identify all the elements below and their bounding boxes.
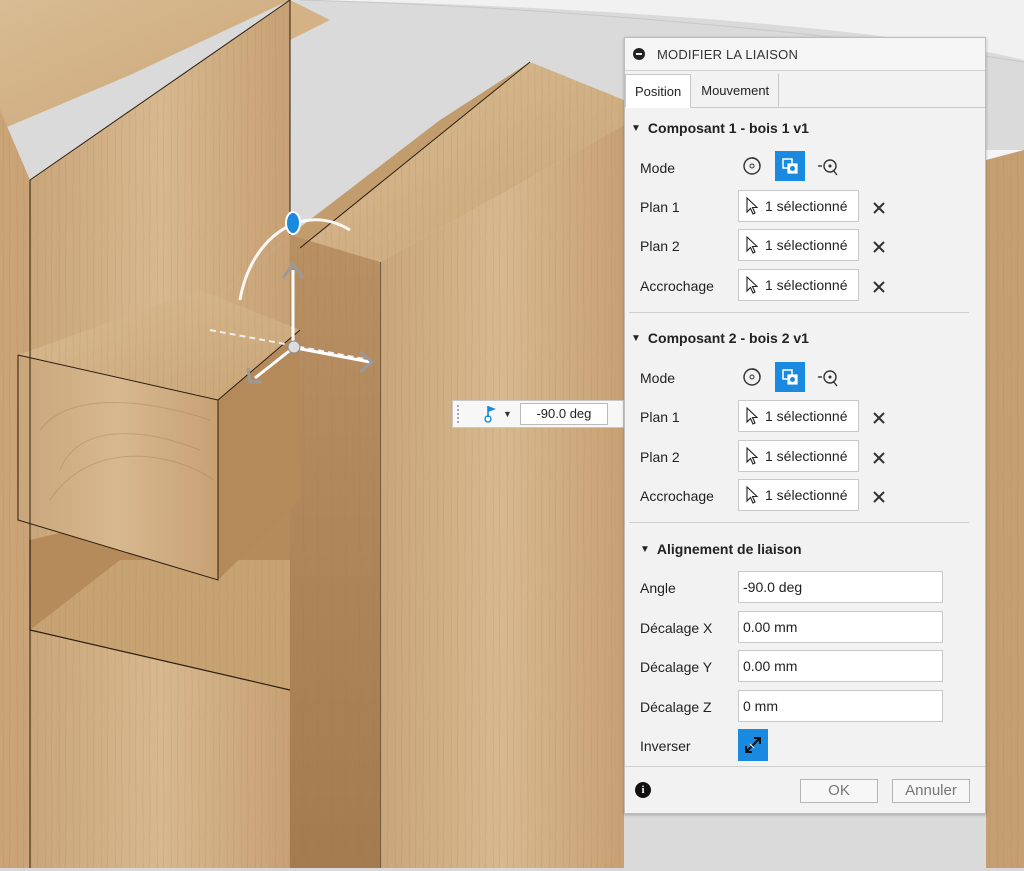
simple-mode-button[interactable] bbox=[737, 362, 767, 392]
drag-grip[interactable] bbox=[457, 405, 465, 423]
angle-label: Angle bbox=[640, 580, 676, 596]
clear-snap-close-icon[interactable] bbox=[871, 489, 887, 505]
mode-label: Mode bbox=[640, 370, 676, 386]
mode-selector bbox=[737, 151, 851, 181]
section-title: Composant 1 - bois 1 v1 bbox=[647, 120, 809, 136]
offset-x-label: Décalage X bbox=[640, 620, 713, 636]
clear-plane1-close-icon[interactable] bbox=[871, 200, 887, 216]
plane1-select-button[interactable]: 1 sélectionné bbox=[738, 400, 859, 432]
selection-count: 1 sélectionné bbox=[765, 408, 848, 424]
selection-count: 1 sélectionné bbox=[765, 487, 848, 503]
plane2-select-button[interactable]: 1 sélectionné bbox=[738, 440, 859, 472]
plane1-label: Plan 1 bbox=[640, 409, 680, 425]
flip-button[interactable] bbox=[738, 729, 768, 761]
offset-y-input[interactable]: 0.00 mm bbox=[738, 650, 943, 682]
selection-count: 1 sélectionné bbox=[765, 237, 848, 253]
collapse-triangle-icon: ▼ bbox=[631, 122, 641, 134]
offset-y-label: Décalage Y bbox=[640, 659, 713, 675]
two-edge-intersection-mode-button[interactable] bbox=[813, 362, 843, 392]
section-component1-header[interactable]: ▼ Composant 1 - bois 1 v1 bbox=[631, 120, 809, 136]
two-edge-intersection-mode-button[interactable] bbox=[813, 151, 843, 181]
angle-input[interactable]: -90.0 deg bbox=[738, 571, 943, 603]
plane1-label: Plan 1 bbox=[640, 199, 680, 215]
collapse-triangle-icon: ▼ bbox=[631, 332, 641, 344]
snap-select-button[interactable]: 1 sélectionné bbox=[738, 479, 859, 511]
offset-x-input[interactable]: 0.00 mm bbox=[738, 611, 943, 643]
flag-icon[interactable] bbox=[479, 403, 501, 425]
flip-label: Inverser bbox=[640, 738, 691, 754]
dialog-title: MODIFIER LA LIAISON bbox=[657, 46, 799, 62]
ok-button[interactable]: OK bbox=[800, 779, 878, 803]
cursor-arrow-icon bbox=[745, 197, 765, 215]
section-title: Alignement de liaison bbox=[656, 541, 802, 557]
tab-mouvement[interactable]: Mouvement bbox=[691, 73, 780, 107]
edit-joint-dialog: MODIFIER LA LIAISON Position Mouvement ▼… bbox=[624, 37, 986, 814]
plane2-label: Plan 2 bbox=[640, 449, 680, 465]
cursor-arrow-icon bbox=[745, 276, 765, 294]
between-two-faces-mode-button[interactable] bbox=[775, 151, 805, 181]
section-title: Composant 2 - bois 2 v1 bbox=[647, 330, 809, 346]
snap-select-button[interactable]: 1 sélectionné bbox=[738, 269, 859, 301]
tab-position[interactable]: Position bbox=[625, 74, 692, 108]
clear-plane2-close-icon[interactable] bbox=[871, 239, 887, 255]
clear-snap-close-icon[interactable] bbox=[871, 279, 887, 295]
clear-plane2-close-icon[interactable] bbox=[871, 450, 887, 466]
between-two-faces-mode-button[interactable] bbox=[775, 362, 805, 392]
cursor-arrow-icon bbox=[745, 236, 765, 254]
mode-selector bbox=[737, 362, 851, 392]
collapse-triangle-icon: ▼ bbox=[640, 543, 650, 555]
cursor-arrow-icon bbox=[745, 486, 765, 504]
collapse-icon[interactable] bbox=[633, 48, 645, 60]
dialog-footer: i OK Annuler bbox=[625, 766, 985, 813]
angle-value-input[interactable]: -90.0 deg bbox=[519, 403, 608, 425]
divider bbox=[629, 522, 969, 523]
divider bbox=[629, 312, 969, 313]
snap-label: Accrochage bbox=[640, 278, 714, 294]
section-alignment-header[interactable]: ▼ Alignement de liaison bbox=[640, 541, 802, 557]
cursor-arrow-icon bbox=[745, 447, 765, 465]
snap-label: Accrochage bbox=[640, 488, 714, 504]
selection-count: 1 sélectionné bbox=[765, 448, 848, 464]
offset-z-input[interactable]: 0 mm bbox=[738, 690, 943, 722]
info-icon[interactable]: i bbox=[635, 782, 651, 798]
simple-mode-button[interactable] bbox=[737, 151, 767, 181]
cursor-arrow-icon bbox=[745, 407, 765, 425]
offset-z-label: Décalage Z bbox=[640, 699, 712, 715]
tab-bar: Position Mouvement bbox=[625, 71, 985, 108]
selection-count: 1 sélectionné bbox=[765, 198, 848, 214]
plane2-select-button[interactable]: 1 sélectionné bbox=[738, 229, 859, 261]
angle-floating-input[interactable]: ▼ -90.0 deg bbox=[452, 400, 624, 428]
plane2-label: Plan 2 bbox=[640, 238, 680, 254]
section-component2-header[interactable]: ▼ Composant 2 - bois 2 v1 bbox=[631, 330, 809, 346]
flip-arrows-icon bbox=[745, 737, 761, 753]
selection-count: 1 sélectionné bbox=[765, 277, 848, 293]
plane1-select-button[interactable]: 1 sélectionné bbox=[738, 190, 859, 222]
clear-plane1-close-icon[interactable] bbox=[871, 410, 887, 426]
cancel-button[interactable]: Annuler bbox=[892, 779, 970, 803]
mode-label: Mode bbox=[640, 160, 676, 176]
dialog-titlebar[interactable]: MODIFIER LA LIAISON bbox=[625, 38, 985, 71]
chevron-down-icon[interactable]: ▼ bbox=[503, 409, 512, 419]
